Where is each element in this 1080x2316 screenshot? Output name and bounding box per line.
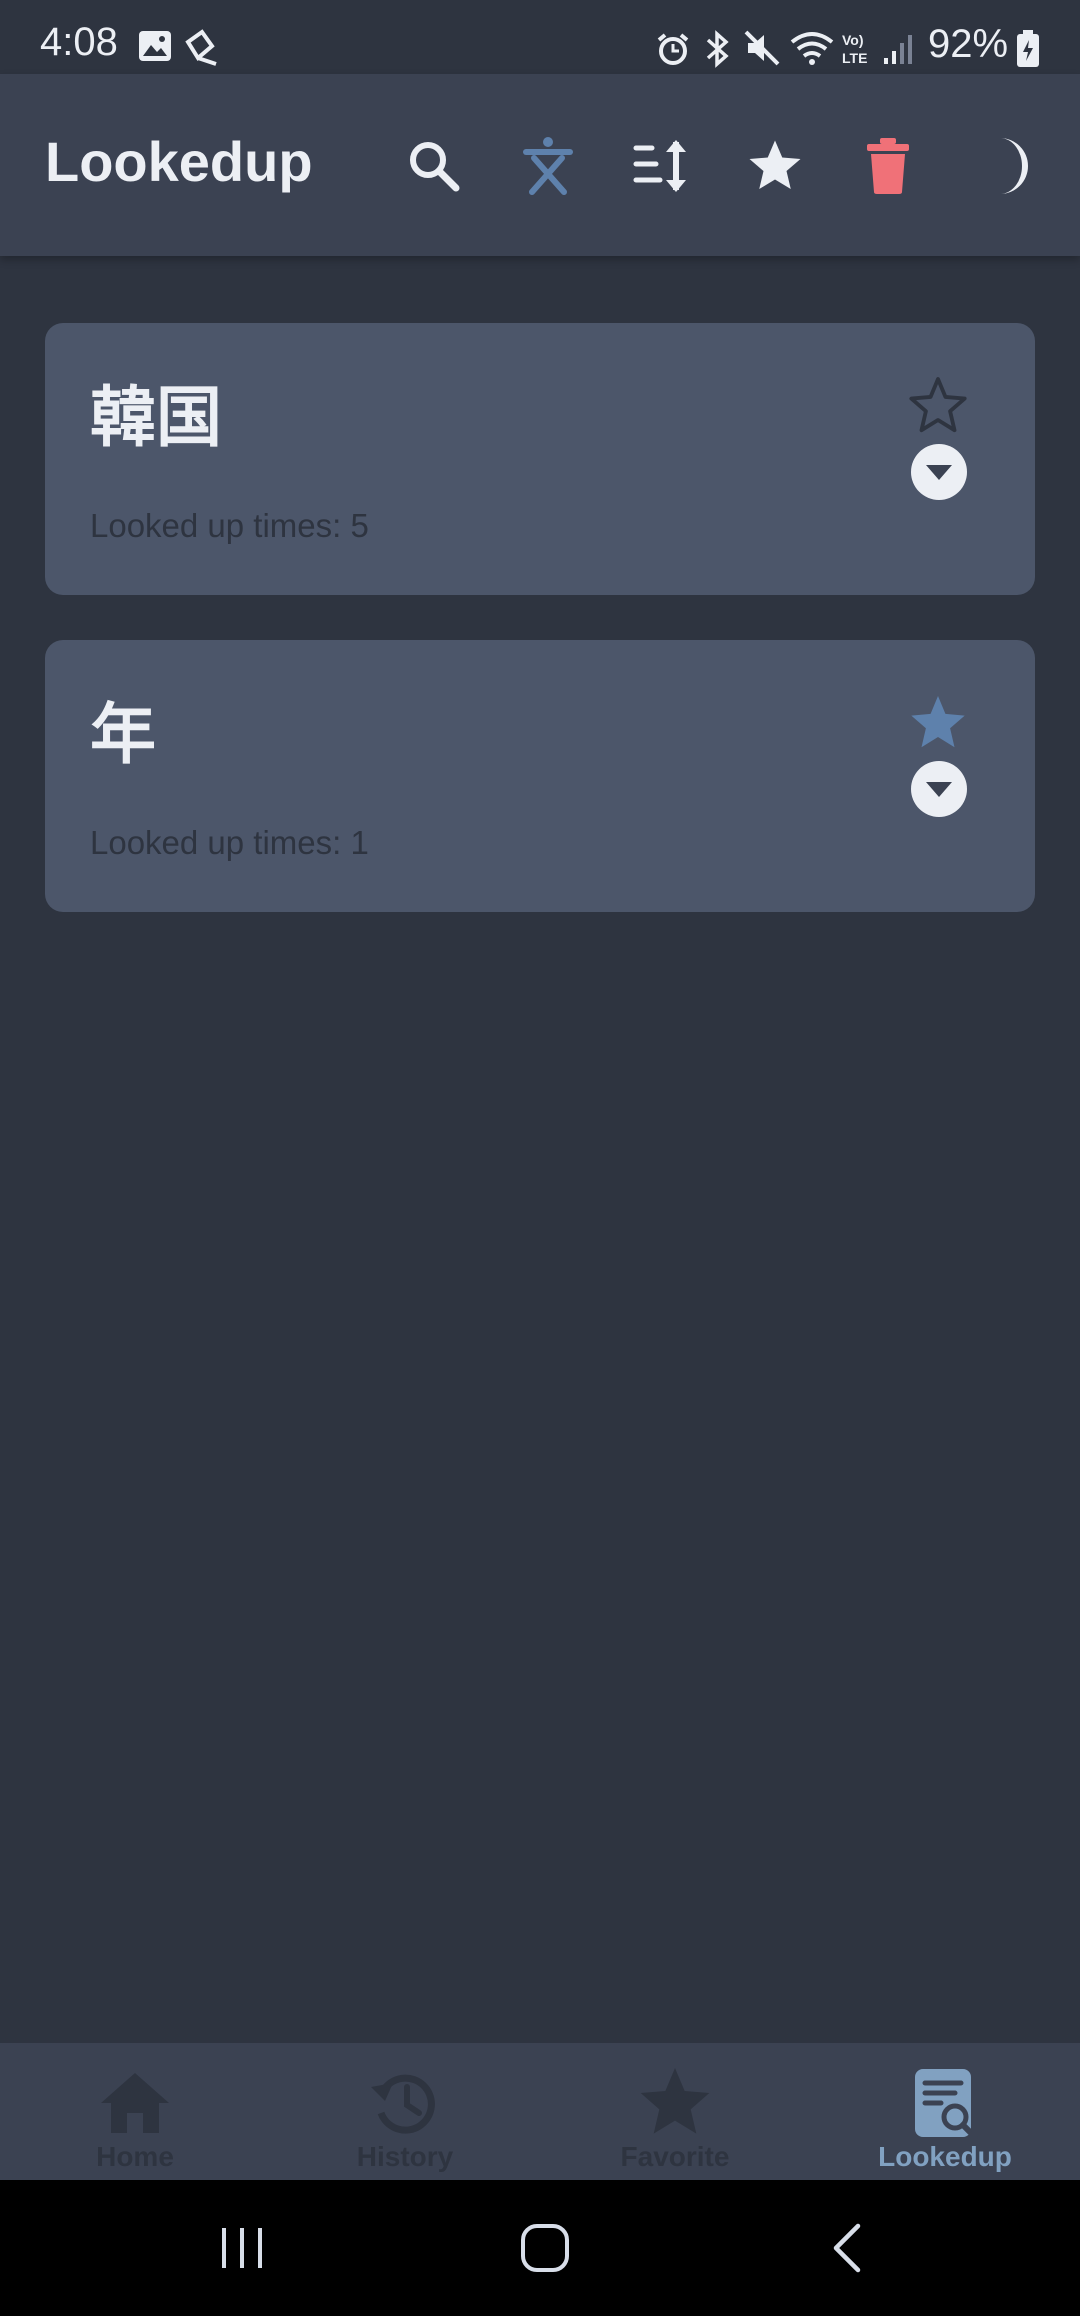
volte-icon: Vo) LTE xyxy=(842,32,867,66)
wifi-icon xyxy=(790,32,834,65)
lookup-icon xyxy=(915,2069,978,2140)
nav-lookedup[interactable]: Lookedup xyxy=(810,2043,1080,2180)
list-item[interactable]: 韓国 Looked up times: 5 xyxy=(45,323,1035,595)
list-item[interactable]: 年 Looked up times: 1 xyxy=(45,640,1035,912)
star-icon xyxy=(749,140,801,189)
recents-icon[interactable] xyxy=(212,2218,272,2278)
lookup-count: Looked up times: 1 xyxy=(90,824,369,861)
delete-button[interactable] xyxy=(848,126,928,206)
gallery-icon xyxy=(139,31,171,61)
home-button-icon[interactable] xyxy=(515,2218,575,2278)
nav-history[interactable]: History xyxy=(270,2043,540,2180)
cleaner-icon xyxy=(185,29,217,66)
moon-icon xyxy=(1000,138,1028,194)
battery-icon xyxy=(1017,30,1039,67)
nav-lookedup-label: Lookedup xyxy=(878,2141,1012,2172)
bottom-nav: Home History Favorite Lookedup xyxy=(0,2043,1080,2180)
chinese-character-icon xyxy=(523,137,573,195)
nav-favorite[interactable]: Favorite xyxy=(540,2043,810,2180)
status-time: 4:08 xyxy=(40,20,118,64)
system-nav-bar xyxy=(0,2180,1080,2316)
status-bar: 4:08 Vo) LTE 92% xyxy=(0,0,1080,74)
history-icon xyxy=(371,2074,435,2134)
svg-text:LTE: LTE xyxy=(842,50,867,66)
page-title: Lookedup xyxy=(45,130,313,193)
search-button[interactable] xyxy=(394,126,474,206)
star-icon xyxy=(640,2068,710,2134)
lookup-count: Looked up times: 5 xyxy=(90,507,369,544)
search-icon xyxy=(410,142,460,192)
nav-home-label: Home xyxy=(96,2141,174,2172)
trash-icon xyxy=(867,138,909,194)
nav-history-label: History xyxy=(356,2141,454,2172)
mute-icon xyxy=(744,30,780,66)
bluetooth-icon xyxy=(706,30,729,68)
expand-icon[interactable] xyxy=(910,760,968,818)
alarm-icon xyxy=(657,33,689,65)
favorites-filter-button[interactable] xyxy=(735,126,815,206)
expand-icon[interactable] xyxy=(910,443,968,501)
home-icon xyxy=(101,2073,169,2133)
nav-favorite-label: Favorite xyxy=(620,2141,730,2172)
svg-text:Vo): Vo) xyxy=(842,32,864,48)
chinese-character-button[interactable] xyxy=(508,126,588,206)
back-icon[interactable] xyxy=(818,2218,878,2278)
signal-icon xyxy=(884,35,912,64)
favorite-star-filled-icon[interactable] xyxy=(905,690,971,756)
app-bar: Lookedup xyxy=(0,74,1080,256)
dark-mode-toggle[interactable] xyxy=(970,126,1050,206)
favorite-star-outline-icon[interactable] xyxy=(905,373,971,439)
sort-icon xyxy=(633,140,686,192)
lookedup-list: 韓国 Looked up times: 5 年 Looked up times:… xyxy=(0,256,1080,2043)
battery-percent: 92% xyxy=(928,22,1009,66)
nav-home[interactable]: Home xyxy=(0,2043,270,2180)
sort-button[interactable] xyxy=(622,126,702,206)
entry-word: 韓国 xyxy=(90,379,222,456)
entry-word: 年 xyxy=(90,696,156,773)
